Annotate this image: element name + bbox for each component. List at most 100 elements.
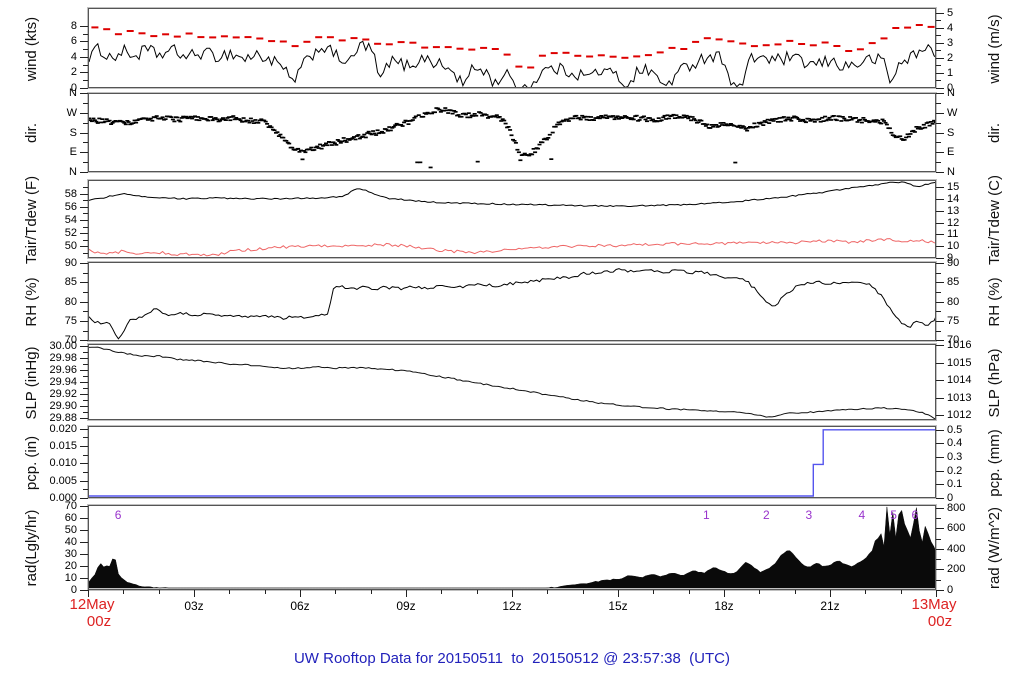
series-wind-direction-point xyxy=(170,118,175,121)
series-wind-direction-point xyxy=(391,126,396,128)
rad-mj-marker: 1 xyxy=(702,508,710,522)
series-wind-peak-10min-dash xyxy=(362,38,370,41)
axis-tick xyxy=(83,187,88,188)
series-wind-direction-point xyxy=(879,122,884,125)
series-wind-peak-10min-dash xyxy=(315,36,323,39)
series-wind-peak-10min-dash xyxy=(444,46,452,49)
rad-mj-marker: 2 xyxy=(763,508,770,522)
panel-temp xyxy=(87,179,937,259)
series-wind-direction-point xyxy=(578,118,583,121)
ytick-pcp-right: 0.2 xyxy=(947,464,963,477)
ytick-pcp-left: 0.015 xyxy=(49,440,77,453)
ytick-slp-right: 1015 xyxy=(947,356,972,369)
axis-tick xyxy=(80,207,88,208)
axis-tick xyxy=(936,340,944,341)
series-wind-peak-10min-dash xyxy=(197,36,205,39)
axis-tick xyxy=(83,253,88,254)
series-wind-direction-point xyxy=(223,119,228,121)
series-wind-direction-point xyxy=(126,121,131,123)
ytick-rad-right: 0 xyxy=(947,584,954,596)
series-wind-direction-point xyxy=(497,116,502,118)
axis-tick xyxy=(80,370,88,371)
series-wind-peak-10min-dash xyxy=(845,50,853,52)
series-wind-peak-10min-dash xyxy=(326,36,334,39)
series-wind-direction-point xyxy=(533,151,538,154)
series-wind-direction-point xyxy=(160,116,165,119)
panel-dir xyxy=(87,92,937,173)
series-wind-direction-point xyxy=(175,116,180,119)
ytick-temp-right: 13 xyxy=(947,204,960,217)
series-wind-direction-point xyxy=(699,119,704,122)
axis-tick xyxy=(936,590,937,597)
axis-tick xyxy=(936,65,941,66)
series-wind-direction-point xyxy=(508,129,513,131)
series-wind-peak-10min-dash xyxy=(550,52,558,55)
axis-tick xyxy=(936,302,944,303)
axis-tick xyxy=(689,590,690,594)
series-wind-direction-point xyxy=(515,148,520,151)
series-wind-peak-10min-dash xyxy=(114,33,122,36)
series-wind-peak-10min-dash xyxy=(668,46,676,49)
series-wind-direction-point xyxy=(884,123,889,126)
series-wind-direction-point xyxy=(752,122,757,125)
series-wind-peak-10min-dash xyxy=(350,37,358,40)
series-wind-peak-10min-dash xyxy=(91,26,99,29)
series-wind-peak-10min-dash xyxy=(409,41,417,44)
series-wind-peak-10min-dash xyxy=(374,42,382,45)
series-wind-direction-point xyxy=(705,123,710,126)
axis-tick xyxy=(441,590,442,594)
ytick-rad-left: 0 xyxy=(70,584,77,596)
ytick-rh-left: 90 xyxy=(64,257,77,270)
series-wind-direction-point xyxy=(861,117,866,119)
series-wind-direction-point xyxy=(733,161,738,164)
series-relative-humidity xyxy=(89,268,935,340)
ytick-rad-left: 40 xyxy=(64,536,77,549)
axis-tick xyxy=(83,49,88,50)
axis-tick xyxy=(936,258,944,259)
panel-wind-chart xyxy=(89,24,935,87)
axis-tick xyxy=(936,331,941,332)
series-wind-direction-point xyxy=(459,115,464,118)
ytick-rad-left: 30 xyxy=(64,548,77,561)
series-wind-direction-point xyxy=(450,112,455,115)
series-wind-direction-point xyxy=(661,116,666,119)
series-wind-direction-point xyxy=(190,117,195,120)
series-wind-direction-point xyxy=(898,135,903,138)
series-wind-direction-point xyxy=(703,125,708,127)
series-wind-direction-point xyxy=(344,141,349,143)
series-wind-direction-point xyxy=(883,121,888,124)
series-wind-direction-point xyxy=(362,133,367,136)
series-wind-direction-point xyxy=(433,111,437,114)
series-wind-direction-point xyxy=(674,114,679,117)
x-tick-label: 06z xyxy=(290,599,310,613)
axis-tick xyxy=(936,508,944,509)
rad-mj-marker: 5 xyxy=(890,508,897,522)
axis-tick xyxy=(80,498,88,499)
series-wind-direction-point xyxy=(801,118,805,121)
series-wind-direction-point xyxy=(148,117,153,120)
series-wind-direction-point xyxy=(89,117,91,120)
series-wind-direction-point xyxy=(209,116,214,118)
axis-tick xyxy=(653,590,654,594)
x-end-date: 13May xyxy=(911,596,957,613)
series-wind-peak-10min-dash xyxy=(397,41,405,44)
series-wind-direction-point xyxy=(241,117,246,119)
axis-tick xyxy=(80,246,88,247)
ytick-dir-right: E xyxy=(947,146,955,159)
series-wind-direction-point xyxy=(933,121,935,123)
ytick-rad-right: 600 xyxy=(947,522,966,535)
axis-tick xyxy=(936,580,941,581)
axis-tick xyxy=(936,569,944,570)
ytick-temp-left: 56 xyxy=(64,200,77,213)
axis-tick xyxy=(80,133,88,134)
x-start-hour: 00z xyxy=(86,613,112,630)
series-wind-direction-point xyxy=(231,115,236,117)
ytick-pcp-left: 0.005 xyxy=(49,474,77,487)
ytick-rh-left: 80 xyxy=(64,295,77,308)
series-wind-direction-point xyxy=(256,122,261,124)
series-wind-peak-10min-dash xyxy=(798,43,806,45)
axis-tick xyxy=(795,590,796,594)
series-wind-direction-point xyxy=(512,140,517,142)
axis-tick xyxy=(335,590,336,594)
series-wind-direction-point xyxy=(553,125,558,128)
